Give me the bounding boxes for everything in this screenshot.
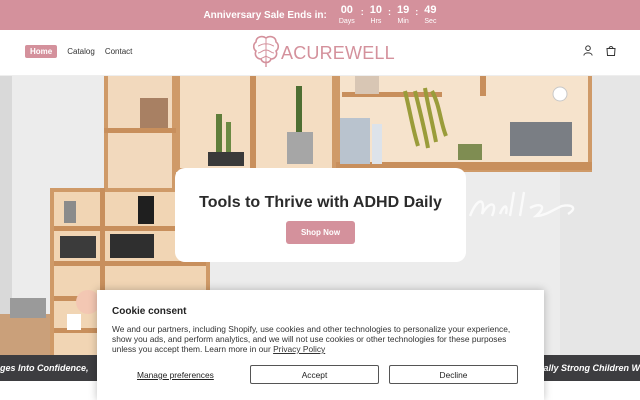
brain-icon: [252, 34, 280, 73]
countdown-minutes-value: 19: [397, 4, 410, 16]
privacy-policy-link[interactable]: Privacy Policy: [273, 344, 325, 354]
cookie-consent-dialog: Cookie consent We and our partners, incl…: [97, 290, 544, 400]
marquee-text-left: ges Into Confidence,: [0, 363, 89, 373]
countdown-separator: :: [415, 7, 419, 17]
countdown-minutes: 19 Min: [397, 4, 410, 26]
countdown-days: 00 Days: [338, 4, 355, 26]
countdown-hours-value: 10: [369, 4, 383, 16]
accept-button[interactable]: Accept: [250, 365, 379, 384]
countdown-separator: :: [360, 7, 364, 17]
announcement-bar: Anniversary Sale Ends in: 00 Days : 10 H…: [0, 0, 640, 30]
manage-preferences-link[interactable]: Manage preferences: [137, 370, 214, 380]
announcement-text: Anniversary Sale Ends in:: [203, 9, 327, 21]
countdown-separator: :: [388, 7, 392, 17]
cookie-title: Cookie consent: [112, 306, 187, 317]
cookie-body: We and our partners, including Shopify, …: [112, 324, 529, 354]
countdown-hours-label: Hrs: [370, 18, 382, 25]
cart-icon[interactable]: [606, 45, 616, 56]
countdown-days-label: Days: [338, 18, 355, 25]
site-header: Home Catalog Contact ACUREWELL: [0, 30, 640, 76]
cookie-actions: Manage preferences Accept Decline: [112, 365, 529, 385]
countdown-seconds-value: 49: [424, 4, 437, 16]
nav-catalog[interactable]: Catalog: [67, 47, 95, 56]
site-logo[interactable]: ACUREWELL: [252, 34, 395, 73]
countdown-hours: 10 Hrs: [369, 4, 383, 26]
decline-button[interactable]: Decline: [389, 365, 518, 384]
countdown-seconds: 49 Sec: [424, 4, 437, 26]
hero-card: Tools to Thrive with ADHD Daily Shop Now: [175, 168, 466, 262]
account-icon[interactable]: [583, 45, 593, 56]
header-icons: [583, 45, 616, 56]
main-nav: Home Catalog Contact: [25, 45, 132, 58]
countdown-minutes-label: Min: [397, 18, 409, 25]
nav-contact[interactable]: Contact: [105, 47, 133, 56]
countdown-days-value: 00: [340, 4, 353, 16]
nav-home[interactable]: Home: [25, 45, 58, 58]
countdown-seconds-label: Sec: [424, 18, 437, 25]
shop-now-button[interactable]: Shop Now: [285, 221, 356, 244]
hero-title: Tools to Thrive with ADHD Daily: [199, 194, 442, 211]
marquee-text-right: ally Strong Children W: [543, 363, 640, 373]
logo-text: ACUREWELL: [281, 43, 395, 63]
